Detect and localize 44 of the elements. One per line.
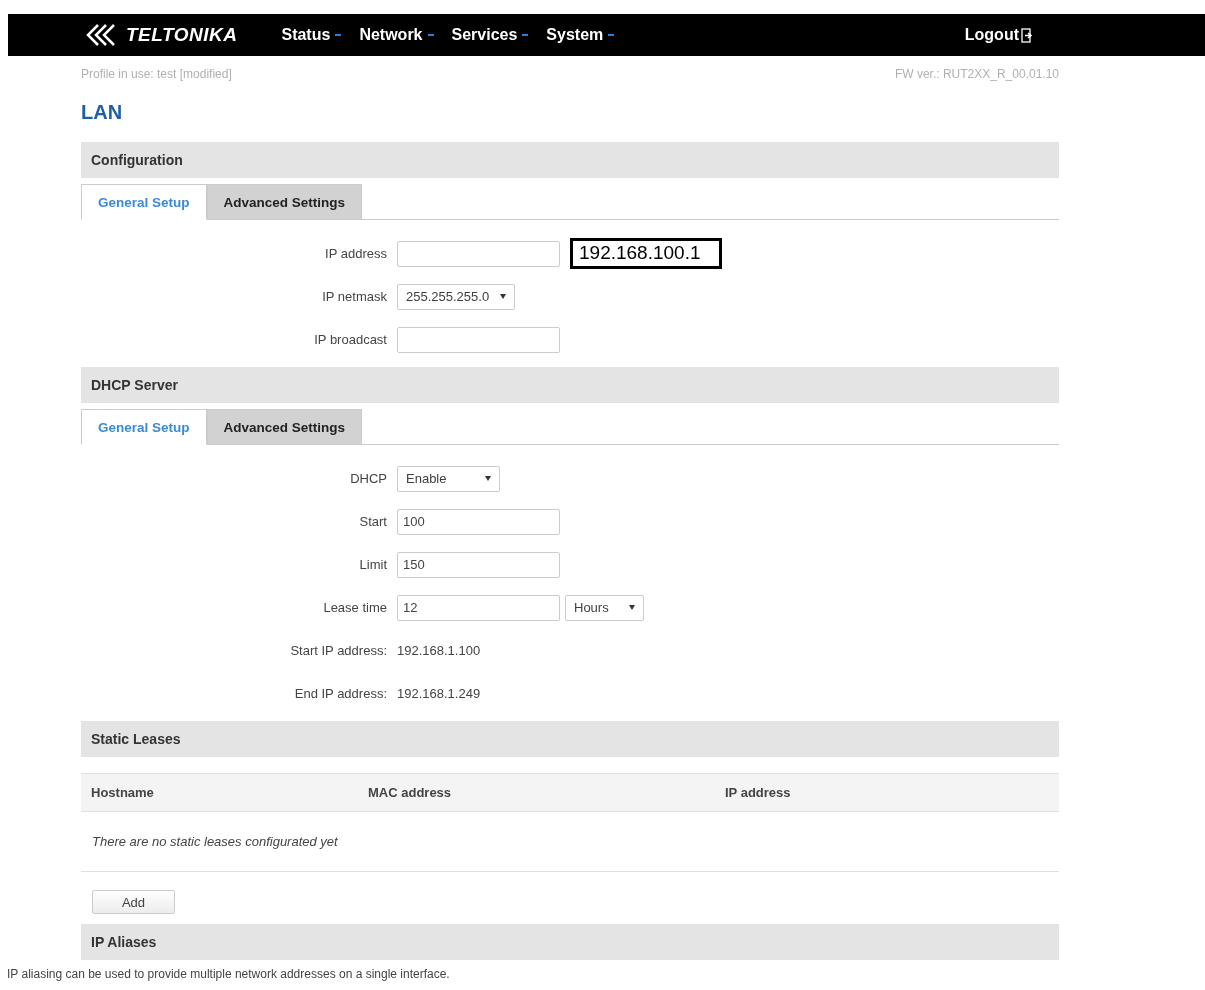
info-value: 192.168.1.100 xyxy=(397,643,481,658)
nav-menu-item[interactable]: Services xyxy=(451,26,529,44)
field-label: IP address xyxy=(324,246,387,261)
dropdown[interactable]: 255.255.255.0 xyxy=(397,283,515,310)
text-field[interactable]: 100 xyxy=(397,508,560,535)
section-header: Static Leases xyxy=(81,721,1059,757)
text-field[interactable] xyxy=(397,326,560,353)
logout-link[interactable]: Logout xyxy=(964,26,1033,44)
nav-menu-item[interactable]: Network xyxy=(359,26,434,44)
nav-menu-item[interactable]: Status xyxy=(281,26,342,44)
section-header: IP Aliases xyxy=(81,924,1059,960)
field-label: Start IP address: xyxy=(289,643,387,658)
text-field[interactable]: 150 xyxy=(397,551,560,578)
description-text: IP aliasing can be used to provide multiple network addresses on a single interface. xyxy=(7,967,451,981)
tab[interactable]: Advanced Settings xyxy=(206,184,363,220)
tab[interactable]: Advanced Settings xyxy=(206,409,363,445)
text-field[interactable] xyxy=(397,240,560,267)
page-title: LAN xyxy=(81,101,124,124)
annotation-callout: 192.168.100.1 xyxy=(570,238,722,269)
unit-dropdown[interactable]: Hours xyxy=(565,594,644,621)
field-label: DHCP xyxy=(349,471,387,486)
tab[interactable]: General Setup xyxy=(81,409,207,445)
empty-message: There are no static leases configurated yet xyxy=(92,834,338,849)
dropdown[interactable]: Enable xyxy=(397,465,500,492)
section-header: DHCP Server xyxy=(81,367,1059,403)
column-header: MAC address xyxy=(368,785,453,800)
column-header: Hostname xyxy=(91,785,155,800)
profile-text: Profile in use: test [modified] xyxy=(81,67,232,81)
column-header: IP address xyxy=(725,785,792,800)
field-label: IP broadcast xyxy=(313,332,387,347)
brand-logo-text: TELTONIKA xyxy=(126,24,238,46)
firmware-text: FW ver.: RUT2XX_R_00.01.10 xyxy=(894,67,1059,81)
field-label: Limit xyxy=(358,557,387,572)
info-value: 192.168.1.249 xyxy=(397,686,481,701)
tab[interactable]: General Setup xyxy=(81,184,207,220)
nav-menu-item[interactable]: System xyxy=(546,26,615,44)
section-header: Configuration xyxy=(81,142,1059,178)
field-label: Start xyxy=(358,514,387,529)
field-label: Lease time xyxy=(322,600,387,615)
field-label: End IP address: xyxy=(293,686,387,701)
field-label: IP netmask xyxy=(321,289,387,304)
logout-icon xyxy=(1021,27,1033,43)
add-button[interactable]: Add xyxy=(92,890,175,914)
text-field[interactable]: 12 xyxy=(397,594,560,621)
